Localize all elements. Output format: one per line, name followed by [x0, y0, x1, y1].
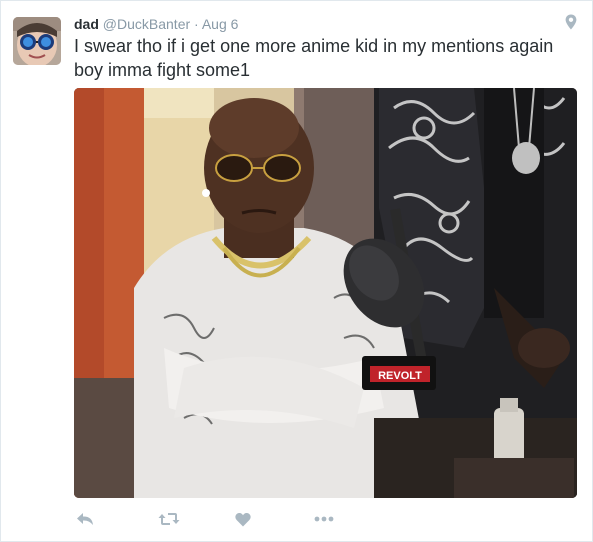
mic-flag-label: REVOLT — [378, 370, 422, 382]
heart-icon — [235, 512, 251, 526]
tweet-header: dad @DuckBanter · Aug 6 — [74, 15, 238, 33]
retweet-button[interactable] — [158, 508, 180, 530]
more-icon — [314, 516, 334, 522]
avatar[interactable] — [13, 17, 61, 65]
more-button[interactable] — [314, 508, 334, 530]
avatar-image — [13, 17, 61, 65]
photo-image: REVOLT — [74, 88, 577, 498]
reply-icon — [77, 513, 93, 525]
tweet-card[interactable]: dad @DuckBanter · Aug 6 I swear tho if i… — [0, 0, 593, 542]
tweet-actions — [74, 508, 374, 532]
display-name[interactable]: dad — [74, 16, 99, 32]
retweet-icon — [158, 513, 180, 525]
tweet-timestamp[interactable]: Aug 6 — [202, 16, 239, 32]
like-button[interactable] — [235, 508, 251, 530]
tweet-media-photo[interactable]: REVOLT — [74, 88, 577, 498]
reply-button[interactable] — [76, 508, 94, 530]
user-handle[interactable]: @DuckBanter — [103, 16, 190, 32]
location-pin-icon[interactable] — [565, 14, 577, 30]
separator-dot: · — [194, 16, 199, 32]
tweet-text: I swear tho if i get one more anime kid … — [74, 36, 554, 80]
